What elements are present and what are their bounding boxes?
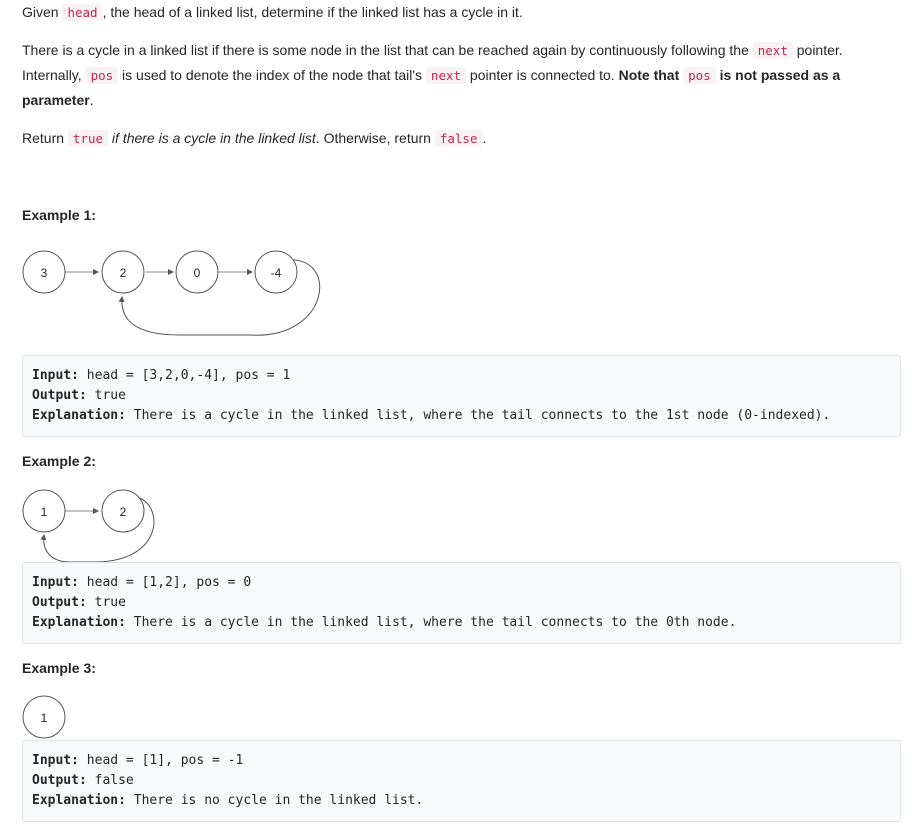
explanation-label: Explanation:	[32, 793, 126, 808]
output-label: Output:	[32, 773, 87, 788]
node-value: 1	[41, 505, 48, 519]
input-label: Input:	[32, 753, 79, 768]
node-value: 2	[120, 266, 127, 280]
list-node: 2	[101, 250, 145, 294]
node-value: 0	[194, 266, 201, 280]
list-node: 1	[22, 695, 66, 739]
explanation-value: There is a cycle in the linked list, whe…	[125, 408, 831, 423]
output-label: Output:	[32, 595, 87, 610]
example-3-code-block: Input: head = [1], pos = -1 Output: fals…	[22, 740, 901, 822]
list-node: 0	[175, 250, 219, 294]
example-1-code-block: Input: head = [3,2,0,-4], pos = 1 Output…	[22, 355, 901, 437]
explanation-label: Explanation:	[32, 615, 126, 630]
input-value: head = [1,2], pos = 0	[78, 575, 252, 590]
node-value: 2	[120, 505, 127, 519]
explanation-value: There is a cycle in the linked list, whe…	[125, 615, 737, 630]
node-value: -4	[271, 266, 282, 280]
list-node: 2	[101, 489, 145, 533]
output-value: true	[86, 595, 126, 610]
example-2-title: Example 2:	[22, 453, 96, 469]
node-value: 3	[41, 266, 48, 280]
node-value: 1	[41, 711, 48, 725]
example-2-code-block: Input: head = [1,2], pos = 0 Output: tru…	[22, 562, 901, 644]
explanation-value: There is no cycle in the linked list.	[125, 793, 424, 808]
example-3-title: Example 3:	[22, 660, 96, 676]
explanation-label: Explanation:	[32, 408, 126, 423]
list-node: 3	[22, 250, 66, 294]
input-value: head = [3,2,0,-4], pos = 1	[78, 368, 291, 383]
output-value: true	[86, 388, 126, 403]
list-node: 1	[22, 489, 66, 533]
list-node: -4	[254, 250, 298, 294]
input-value: head = [1], pos = -1	[78, 753, 244, 768]
input-label: Input:	[32, 575, 79, 590]
output-value: false	[86, 773, 134, 788]
input-label: Input:	[32, 368, 79, 383]
output-label: Output:	[32, 388, 87, 403]
